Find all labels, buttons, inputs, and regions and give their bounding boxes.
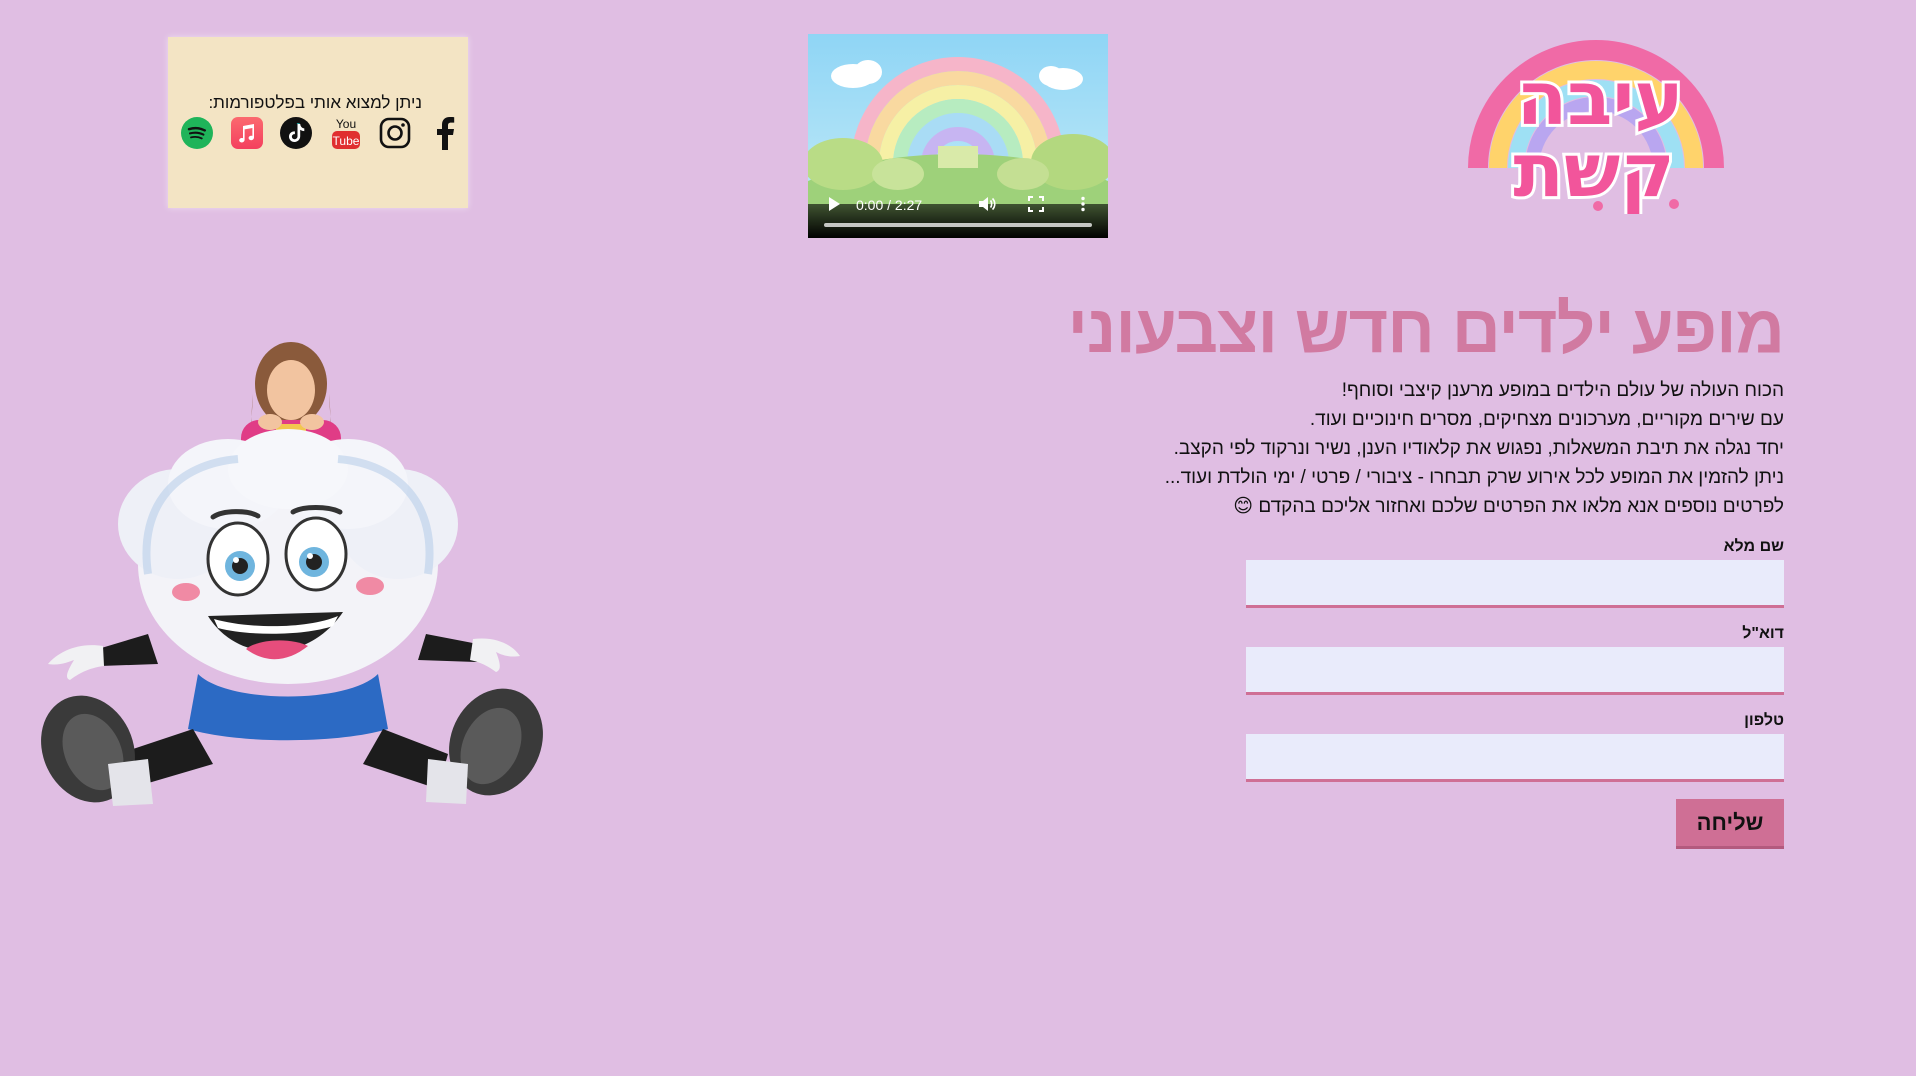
name-label: שם מלא [1723,538,1784,555]
mascot-illustration [41,342,543,806]
logo-line-2: קשת [1513,128,1674,214]
video-time: 0:00 / 2:27 [856,197,923,213]
email-field-group: דוא"ל [1246,625,1784,695]
phone-field-group: טלפון [1246,712,1784,782]
apple-music-icon[interactable] [230,116,264,150]
page: ניתן למצוא אותי בפלטפורמות: You Tube 0:0… [0,0,1916,1076]
video-progress-track[interactable] [824,223,1092,227]
description-line: הכוח העולה של עולם הילדים במופע מרענן קי… [1341,380,1784,401]
description-line: לפרטים נוספים אנא מלאו את הפרטים שלכם וא… [1233,496,1784,517]
instagram-icon[interactable] [378,116,412,150]
volume-icon[interactable] [978,196,996,212]
description-line: ניתן להזמין את המופע לכל אירוע שרק תבחרו… [1164,467,1784,488]
name-input[interactable] [1246,560,1784,608]
youtube-icon[interactable]: You Tube [329,116,363,150]
page-title: מופע ילדים חדש וצבעוני [1067,291,1785,367]
play-icon[interactable] [826,196,842,212]
logo: עיבה קשת [1468,40,1724,214]
youtube-tube-text: Tube [332,134,359,148]
video-controls: 0:00 / 2:27 [808,196,1108,238]
more-options-icon[interactable] [1080,196,1086,212]
email-label: דוא"ל [1742,625,1784,642]
facebook-icon[interactable] [428,116,462,150]
description-line: יחד נגלה את תיבת המשאלות, נפגוש את קלאוד… [1173,438,1784,459]
contact-form: שם מלא דוא"ל טלפון שליחה [1246,538,1784,849]
description: הכוח העולה של עולם הילדים במופע מרענן קי… [1084,376,1784,521]
phone-label: טלפון [1744,712,1784,729]
description-line: עם שירים מקוריים, מערכונים מצחיקים, מסרי… [1309,409,1784,430]
tiktok-icon[interactable] [279,116,313,150]
fullscreen-icon[interactable] [1028,196,1044,212]
youtube-you-text: You [336,117,356,131]
spotify-icon[interactable] [180,116,214,150]
phone-input[interactable] [1246,734,1784,782]
name-field-group: שם מלא [1246,538,1784,608]
social-box: ניתן למצוא אותי בפלטפורמות: You Tube [168,37,468,208]
submit-button[interactable]: שליחה [1676,799,1784,849]
video-player[interactable]: 0:00 / 2:27 [808,34,1108,238]
social-title: ניתן למצוא אותי בפלטפורמות: [208,93,422,112]
social-icons: You Tube [176,113,466,153]
email-input[interactable] [1246,647,1784,695]
